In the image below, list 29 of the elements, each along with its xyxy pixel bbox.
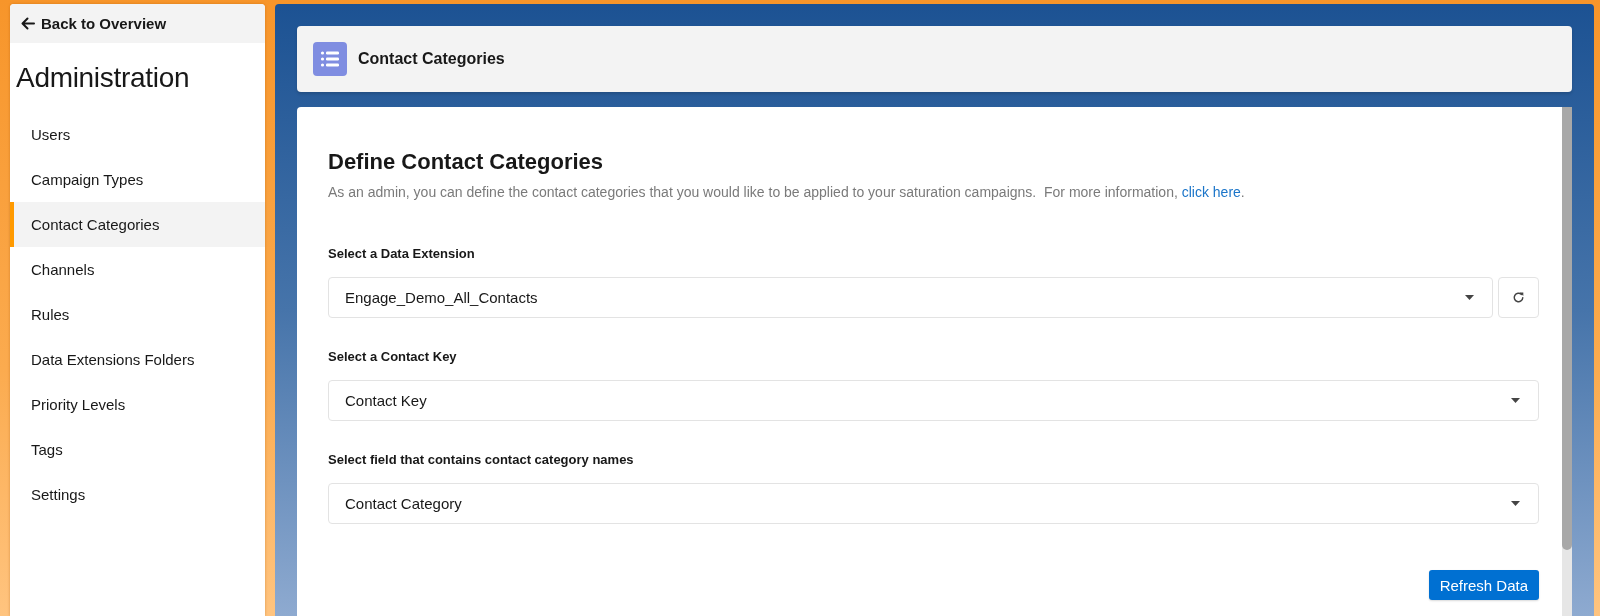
- sidebar-item[interactable]: Data Extensions Folders: [10, 337, 265, 382]
- page-title: Contact Categories: [358, 50, 505, 68]
- sidebar-item[interactable]: Settings: [10, 472, 265, 517]
- sidebar-title: Administration: [15, 60, 191, 95]
- select-field[interactable]: Engage_Demo_All_Contacts: [328, 277, 1493, 318]
- select-field[interactable]: Contact Category: [328, 483, 1539, 524]
- refresh-data-button[interactable]: Refresh Data: [1428, 570, 1539, 600]
- sidebar-item[interactable]: Contact Categories: [10, 202, 265, 247]
- sidebar-item[interactable]: Channels: [10, 247, 265, 292]
- refresh-icon: [1512, 291, 1525, 304]
- section-heading: Define Contact Categories: [328, 148, 605, 176]
- sidebar-item[interactable]: Users: [10, 112, 265, 157]
- section-description: As an admin, you can define the contact categories that you would like to be applied to your saturation campaigns. For more information, click here.: [328, 183, 1246, 202]
- dropdown-caret-icon: [1511, 398, 1520, 403]
- field-label: Select a Contact Key: [328, 348, 458, 366]
- list-icon: [313, 42, 347, 76]
- sidebar-item[interactable]: Tags: [10, 427, 265, 472]
- back-link[interactable]: Back to Overview: [10, 4, 265, 43]
- sidebar-item[interactable]: Rules: [10, 292, 265, 337]
- select-field[interactable]: Contact Key: [328, 380, 1539, 421]
- dropdown-caret-icon: [1511, 501, 1520, 506]
- field-label: Select field that contains contact category names: [328, 451, 635, 469]
- sidebar-item[interactable]: Campaign Types: [10, 157, 265, 202]
- sidebar-item[interactable]: Priority Levels: [10, 382, 265, 427]
- field-label: Select a Data Extension: [328, 245, 476, 263]
- refresh-button[interactable]: [1498, 277, 1539, 318]
- back-arrow-icon: [21, 17, 35, 30]
- dropdown-caret-icon: [1465, 295, 1474, 300]
- help-link[interactable]: click here: [1181, 184, 1241, 200]
